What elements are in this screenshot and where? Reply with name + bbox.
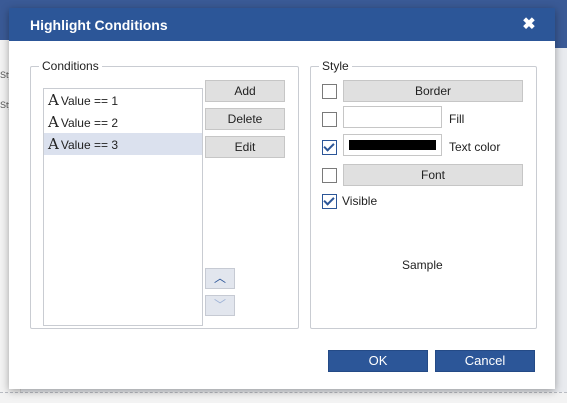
edit-button[interactable]: Edit [205,136,285,158]
border-checkbox[interactable] [322,84,337,99]
chevron-up-icon: ︿ [213,271,226,285]
font-checkbox[interactable] [322,168,337,183]
font-button[interactable]: Font [343,164,523,186]
sample-preview-text: Sample [402,258,443,272]
ok-button[interactable]: OK [328,350,428,372]
cancel-button[interactable]: Cancel [435,350,535,372]
visible-label: Visible [342,194,378,208]
condition-label: Value == 1 [60,94,119,108]
style-legend: Style [322,59,349,73]
condition-label: Value == 2 [60,116,119,130]
app-canvas-background [0,392,567,403]
delete-button[interactable]: Delete [205,108,285,130]
visible-checkbox[interactable] [322,194,337,209]
condition-type-icon: A [48,135,59,153]
highlight-conditions-dialog: Highlight Conditions ✖ Conditions A Value… [9,8,555,389]
fill-label: Fill [449,112,465,126]
close-icon[interactable]: ✖ [518,14,540,36]
condition-label: Value == 3 [60,138,119,152]
text-color-checkbox[interactable] [322,140,337,155]
dialog-title: Highlight Conditions [30,17,168,33]
list-item[interactable]: A Value == 2 [44,111,202,133]
fill-checkbox[interactable] [322,112,337,127]
chevron-down-icon: ﹀ [213,298,226,312]
condition-type-icon: A [48,91,59,109]
list-item-selected[interactable]: A Value == 3 [44,133,202,155]
add-button[interactable]: Add [205,80,285,102]
list-item[interactable]: A Value == 1 [44,89,202,111]
move-up-button[interactable]: ︿ [205,268,235,289]
conditions-legend: Conditions [42,59,99,73]
conditions-list[interactable]: A Value == 1 A Value == 2 A Value == 3 [43,88,203,326]
condition-type-icon: A [48,113,59,131]
text-color-label: Text color [449,140,501,154]
dialog-titlebar: Highlight Conditions ✖ [9,8,555,41]
fill-color-swatch[interactable] [343,106,442,128]
text-color-preview [349,140,436,150]
text-color-swatch[interactable] [343,134,442,156]
move-down-button[interactable]: ﹀ [205,295,235,316]
border-button[interactable]: Border [343,80,523,102]
